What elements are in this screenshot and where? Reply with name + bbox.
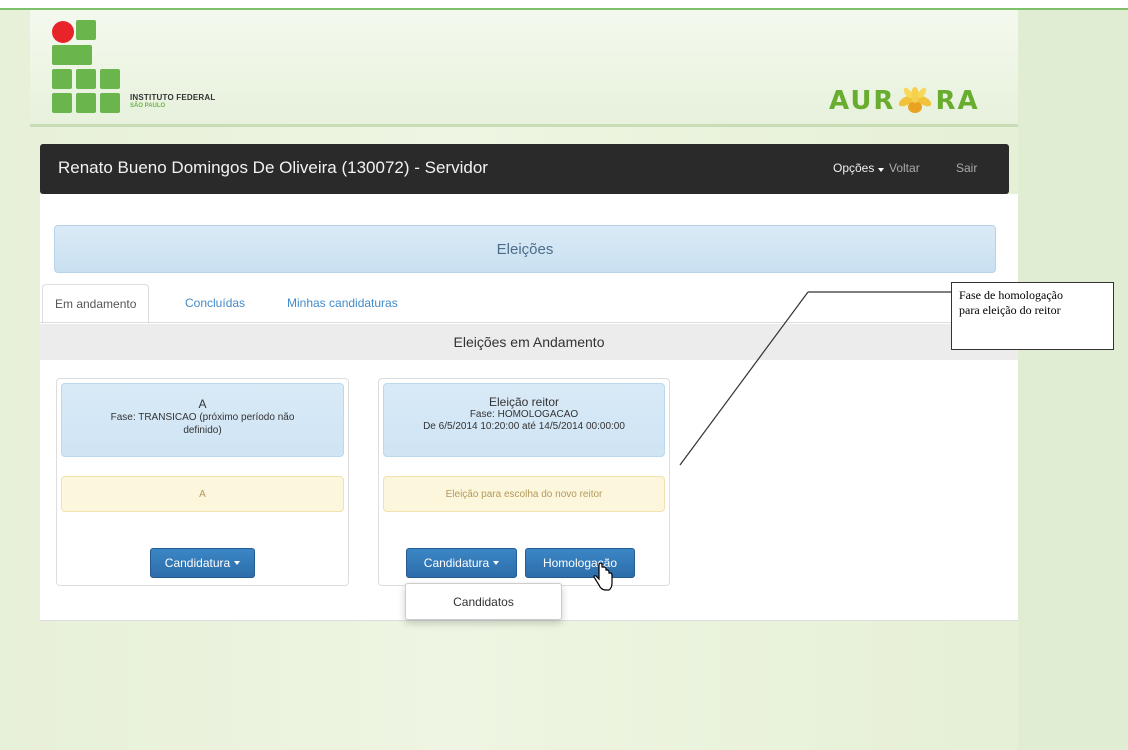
annotation-line-2: para eleição do reitor <box>959 303 1061 317</box>
annotation-leader-line <box>679 291 951 466</box>
annotation-line-1: Fase de homologação <box>959 288 1063 302</box>
annotation-callout: Fase de homologação para eleição do reit… <box>951 282 1114 350</box>
